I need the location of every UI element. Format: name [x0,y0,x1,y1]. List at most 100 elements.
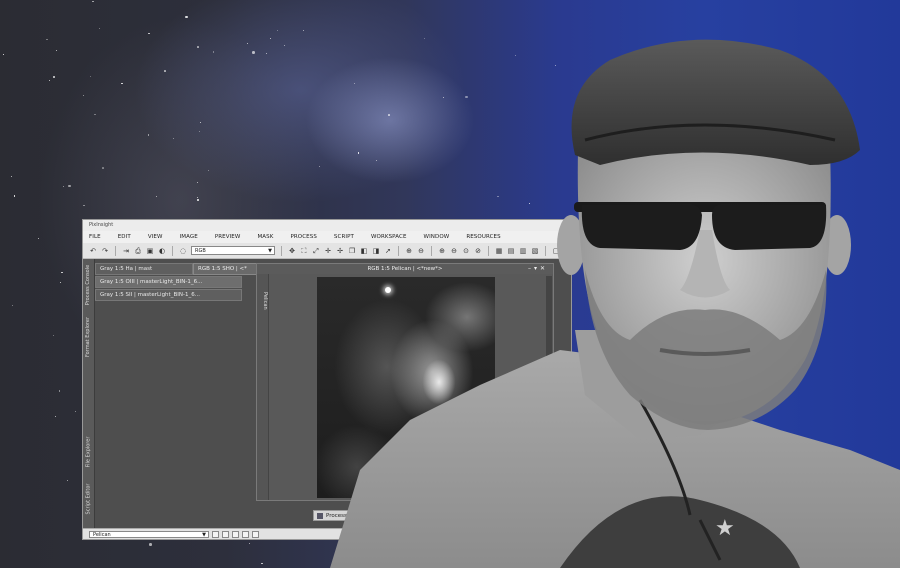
drag-icon[interactable]: ✢ [336,247,344,255]
star [270,37,272,39]
menu-workspace[interactable]: WORKSPACE [371,234,407,240]
star [442,96,444,98]
star [11,305,13,307]
grid-icon[interactable]: ▧ [531,247,539,255]
window-controls[interactable]: –▾✕ [528,264,548,274]
image-window-title: RGB 1:5 Pelican | <*new*> [367,266,443,272]
vertical-scrollbar[interactable] [546,276,552,498]
view-select-value: Pelican [93,531,111,538]
menu-view[interactable]: VIEW [148,234,163,240]
zoom-reset-icon[interactable]: ⊘ [474,247,482,255]
star [376,159,378,161]
zoom-fit-icon[interactable]: ⊙ [462,247,470,255]
star [514,54,516,56]
star [98,28,100,30]
star [283,44,285,46]
star [55,50,57,52]
menu-resources[interactable]: RESOURCES [466,234,500,240]
toolbar-divider [172,245,173,256]
tab-script-editor[interactable]: Script Editor [83,479,94,519]
star [423,37,426,40]
menu-image[interactable]: IMAGE [180,234,198,240]
status-button[interactable] [222,530,229,538]
star [102,167,104,169]
tab-file-explorer[interactable]: File Explorer [83,432,94,472]
move-icon[interactable]: ✥ [288,247,296,255]
pan-icon[interactable]: ✛ [324,247,332,255]
redo-icon[interactable]: ↷ [101,247,109,255]
image-side-tab[interactable]: Pelican [257,274,269,500]
status-button[interactable] [232,530,239,538]
nebula-image[interactable] [317,277,495,498]
star [68,184,71,188]
grid-icon[interactable]: ▥ [519,247,527,255]
image-tab-ha[interactable]: Gray 1:5 Ha | mast [95,263,193,275]
window-title: PixInsight [83,220,571,231]
menu-preview[interactable]: PREVIEW [215,234,241,240]
fit-icon[interactable]: ⛶ [300,247,308,255]
image-tab-sii[interactable]: Gray 1:5 SII | masterLight_BIN-1_6... [95,289,242,301]
toolbar: ↶ ↷ ⇥ ⎙ ▣ ◐ ◌ RGB ▼ ✥ ⛶ ⤢ ✛ ✢ ❐ ◧ ◨ ➚ ⊕ … [83,243,571,259]
star [58,390,61,392]
window-icon[interactable]: ▢ [552,247,560,255]
tab-format-explorer[interactable]: Format Explorer [83,311,94,363]
pointer-icon[interactable]: ➚ [384,247,392,255]
star [156,195,158,197]
zoom-out-icon[interactable]: ⊖ [417,247,425,255]
menu-process[interactable]: PROCESS [290,234,316,240]
star [196,198,200,202]
star [89,75,91,77]
grid-icon[interactable]: ▤ [507,247,515,255]
image-side-label: Pelican [262,292,268,310]
star [63,186,65,188]
image-window-pelican[interactable]: RGB 1:5 Pelican | <*new*> –▾✕ Pelican [256,263,554,501]
zoom-out-icon[interactable]: ⊖ [450,247,458,255]
tab-process-console[interactable]: Process Console [83,265,94,305]
status-bar: Pelican ▼ [83,528,571,539]
stretch-icon[interactable]: ◧ [360,247,368,255]
star [465,95,468,99]
menu-edit[interactable]: EDIT [118,234,131,240]
workspace: Process Console Format Explorer File Exp… [83,259,571,539]
star [61,271,63,274]
copy-icon[interactable]: ❐ [348,247,356,255]
star [10,175,13,178]
star [54,415,56,417]
status-button[interactable] [242,530,249,538]
side-tab-bar: Process Console Format Explorer File Exp… [83,259,95,539]
zoom-in-icon[interactable]: ⊕ [405,247,413,255]
star [185,15,188,19]
open-icon[interactable]: ⎙ [134,247,142,255]
star [529,202,531,204]
star [302,29,305,32]
undo-icon[interactable]: ↶ [89,247,97,255]
star [2,54,4,56]
image-window-title-bar[interactable]: RGB 1:5 Pelican | <*new*> –▾✕ [257,264,553,274]
star [46,38,48,41]
mask-icon[interactable]: ◨ [372,247,380,255]
star [397,546,399,548]
refresh-icon[interactable]: ◌ [179,247,187,255]
zoom-in-icon[interactable]: ⊕ [438,247,446,255]
new-icon[interactable]: ⇥ [122,247,130,255]
view-select[interactable]: Pelican ▼ [89,530,209,538]
color-mode-select[interactable]: RGB ▼ [191,246,275,255]
expand-icon[interactable]: ⤢ [312,247,320,255]
menu-file[interactable]: FILE [89,234,101,240]
menu-window[interactable]: WINDOW [424,234,450,240]
star [66,480,68,482]
menu-mask[interactable]: MASK [257,234,273,240]
grid-icon[interactable]: ▦ [495,247,503,255]
star [555,65,557,67]
color-mode-value: RGB [195,248,206,254]
close-icon[interactable]: ◐ [158,247,166,255]
star [248,542,250,544]
status-button[interactable] [212,530,219,538]
process-icon[interactable]: Process25 [313,510,377,521]
star [83,204,85,207]
save-icon[interactable]: ▣ [146,247,154,255]
menu-script[interactable]: SCRIPT [334,234,354,240]
status-button[interactable] [252,530,259,538]
toolbar-divider [115,245,116,256]
image-tab-oiii[interactable]: Gray 1:5 OIII | masterLight_BIN-1_6... [95,276,242,288]
